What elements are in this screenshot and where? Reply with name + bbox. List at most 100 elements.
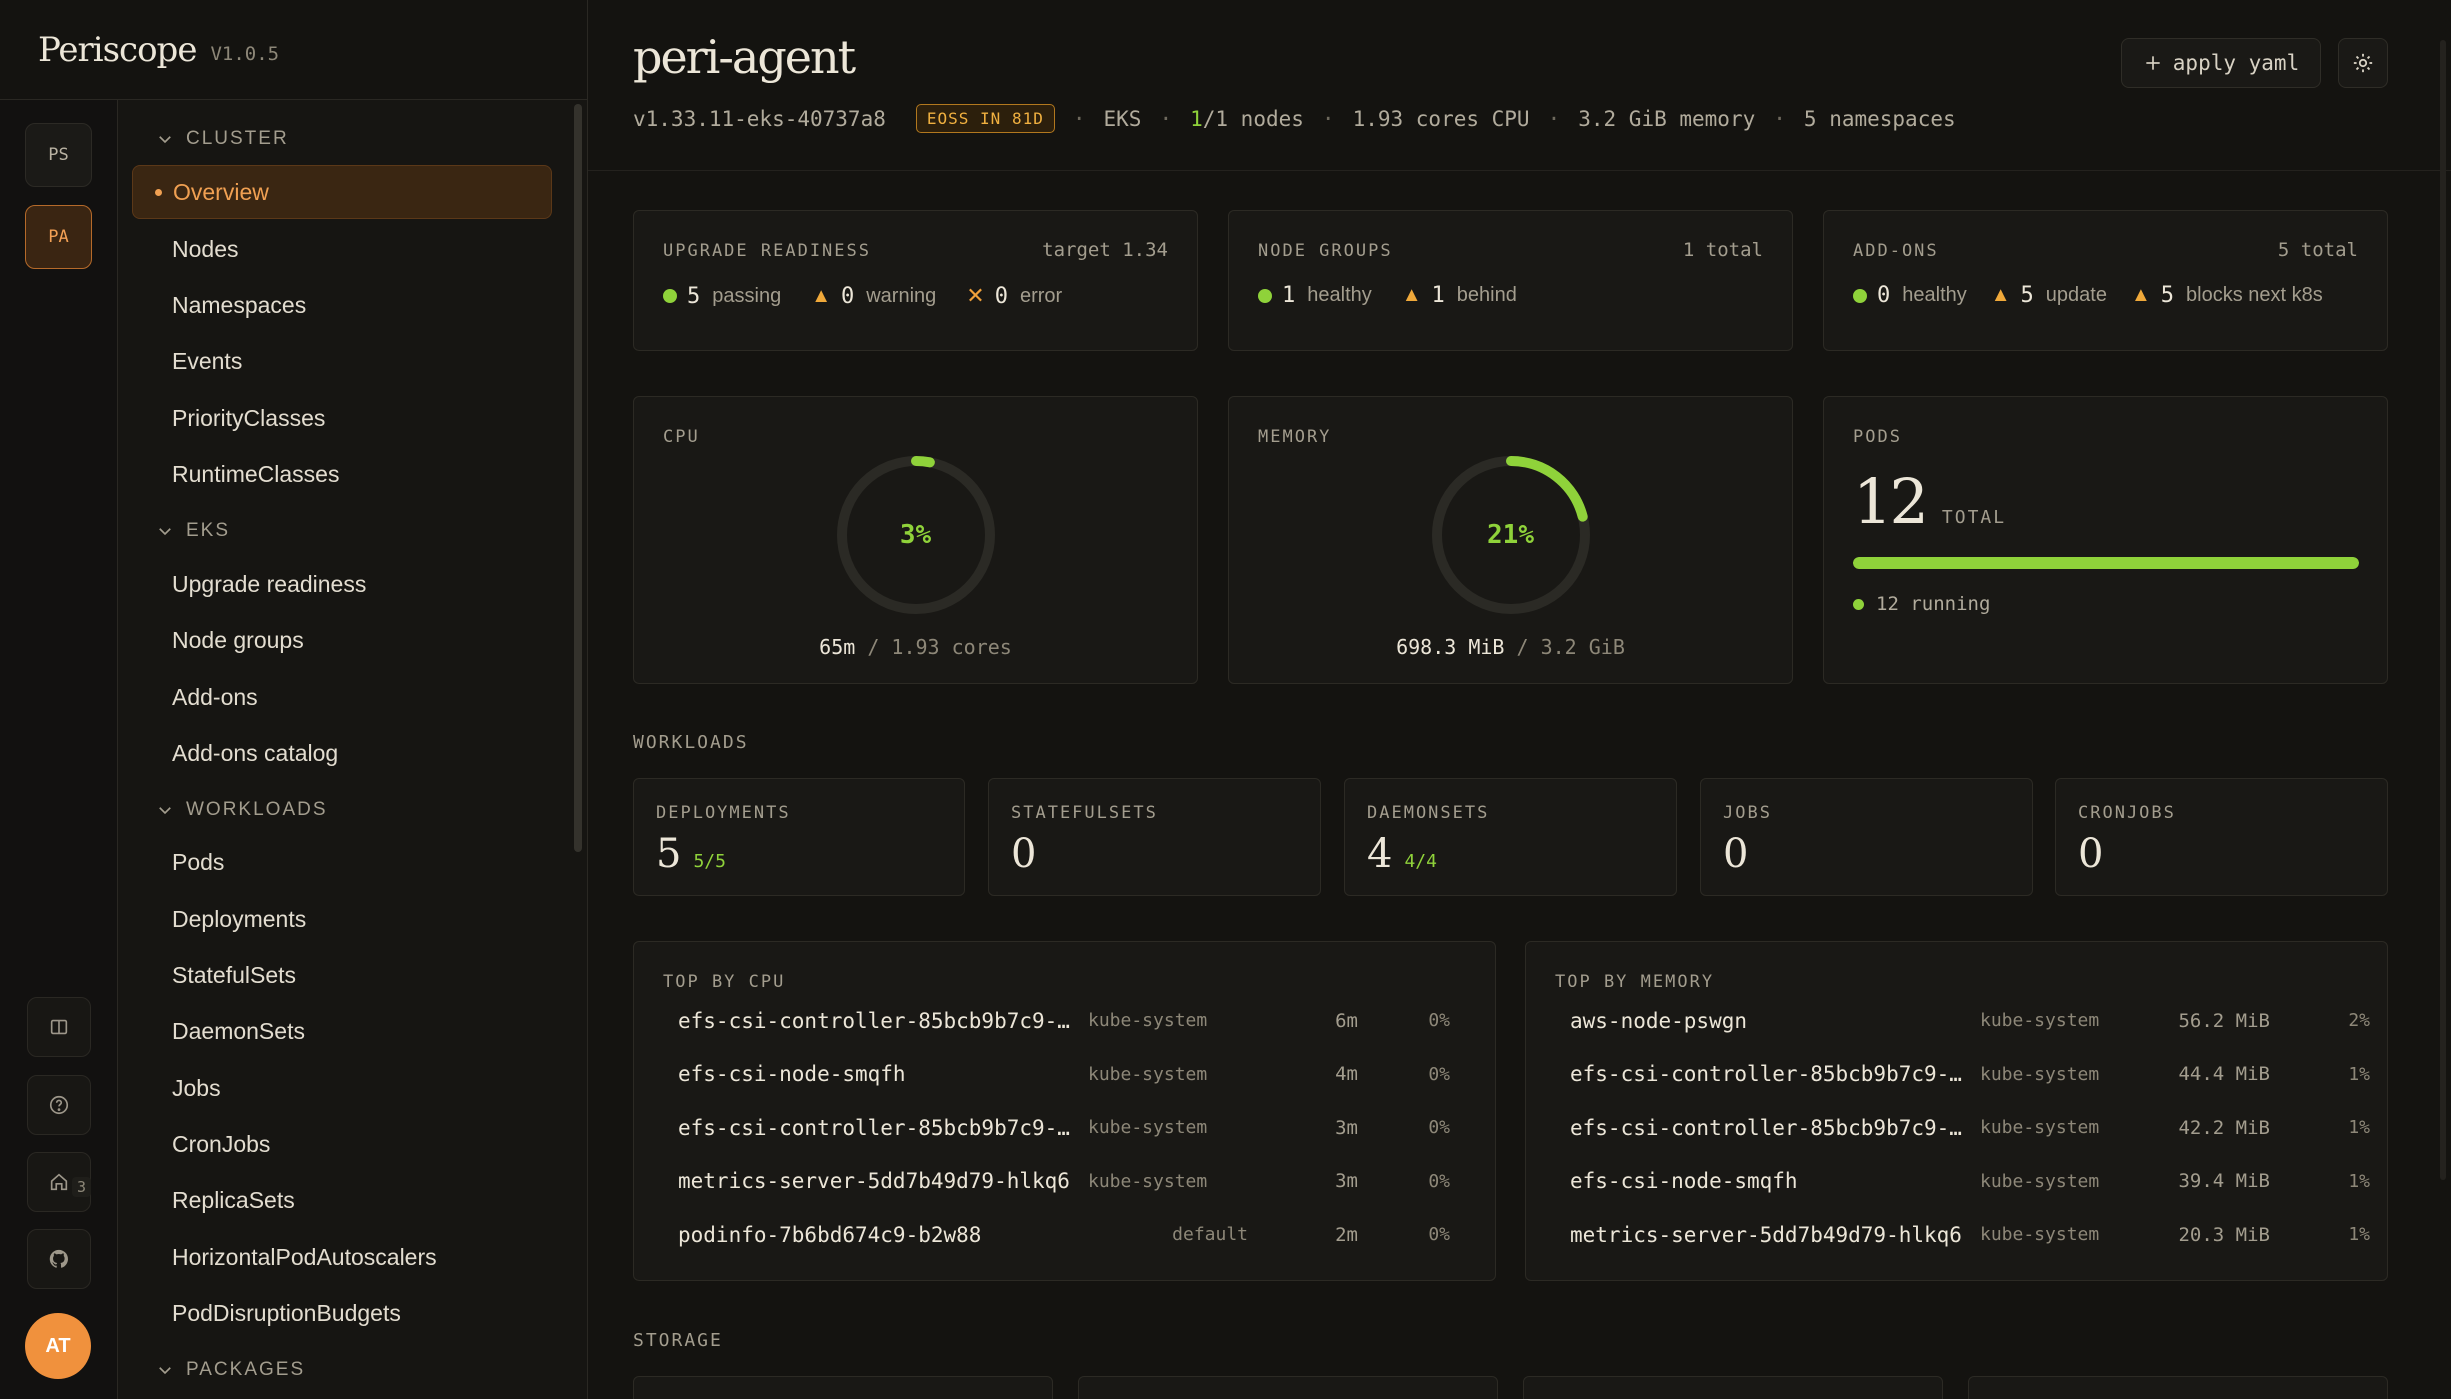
sidebar-item-nodes[interactable]: Nodes (132, 222, 552, 276)
sidebar-item-label: Pods (172, 848, 225, 875)
namespace-count: 5 namespaces (1803, 106, 1956, 131)
storage-card[interactable] (633, 1376, 1053, 1399)
section-workloads[interactable]: WORKLOADS (156, 799, 328, 821)
apply-yaml-button[interactable]: apply yaml (2121, 38, 2321, 88)
pod-usage: 6m (1335, 1009, 1358, 1032)
pod-usage: 44.4 MiB (2178, 1063, 2270, 1085)
pod-name: efs-csi-controller-85bcb9b7c9-… (678, 1115, 1070, 1140)
sidebar-item-jobs[interactable]: Jobs (132, 1061, 552, 1115)
table-row[interactable]: efs-csi-controller-85bcb9b7c9-… kube-syst… (678, 994, 1450, 1047)
pod-namespace: kube-system (1088, 1170, 1208, 1192)
github-icon[interactable] (27, 1229, 91, 1289)
pod-usage: 20.3 MiB (2178, 1223, 2270, 1246)
table-row[interactable]: metrics-server-5dd7b49d79-hlkq6 kube-syst… (1570, 1208, 2370, 1261)
warning-icon: ▲ (811, 284, 831, 307)
pods-progress-fill (1853, 557, 2359, 569)
user-avatar[interactable]: AT (25, 1313, 91, 1379)
brand-header: Periscope V1.0.5 (0, 0, 588, 100)
sidebar-item-pdb[interactable]: PodDisruptionBudgets (132, 1286, 552, 1340)
sidebar-item-replicasets[interactable]: ReplicaSets (132, 1173, 552, 1227)
storage-card[interactable] (1078, 1376, 1498, 1399)
sidebar-item-runtimeclasses[interactable]: RuntimeClasses (132, 447, 552, 501)
chevron-down-icon (159, 1367, 171, 1375)
pod-name: efs-csi-controller-85bcb9b7c9-… (1570, 1062, 1962, 1086)
add-ons-card[interactable]: ADD-ONS 5 total 0 healthy ▲ 5 update ▲ 5 bloc… (1823, 210, 2388, 351)
node-groups-total: 1 total (1682, 239, 1763, 261)
sidebar-item-node-groups[interactable]: Node groups (132, 613, 552, 667)
error-icon: ✕ (966, 283, 985, 308)
sidebar-item-statefulsets[interactable]: StatefulSets (132, 948, 552, 1002)
section-title: WORKLOADS (186, 799, 328, 820)
workload-card-jobs[interactable]: JOBS 0 (1700, 778, 2033, 896)
table-row[interactable]: efs-csi-node-smqfh kube-system 39.4 MiB 1% (1570, 1155, 2370, 1208)
nodes-total: /1 nodes (1202, 106, 1304, 131)
node-groups-card[interactable]: NODE GROUPS 1 total 1 healthy ▲ 1 behind (1228, 210, 1793, 351)
table-row[interactable]: efs-csi-controller-85bcb9b7c9-… kube-syst… (1570, 1101, 2370, 1154)
pods-count: 12 (1853, 465, 1929, 538)
healthy-count: 0 (1877, 283, 1891, 308)
storage-card[interactable] (1523, 1376, 1943, 1399)
pod-namespace: kube-system (1980, 1010, 2100, 1031)
sidebar-item-priorityclasses[interactable]: PriorityClasses (132, 391, 552, 445)
healthy-label: healthy (1307, 284, 1372, 306)
sidebar-item-label: Overview (173, 178, 269, 205)
card-label: PODS (1853, 427, 1902, 447)
workload-card-cronjobs[interactable]: CRONJOBS 0 (2055, 778, 2388, 896)
table-row[interactable]: efs-csi-controller-85bcb9b7c9-… kube-syst… (678, 1101, 1450, 1154)
sidebar-item-daemonsets[interactable]: DaemonSets (132, 1004, 552, 1058)
cluster-switch-ps[interactable]: PS (25, 123, 92, 187)
storage-card[interactable] (1968, 1376, 2388, 1399)
sidebar-item-namespaces[interactable]: Namespaces (132, 278, 552, 332)
pods-progress-bar (1853, 557, 2359, 569)
main-content: peri-agent v1.33.11-eks-40737a8 EOSS IN … (588, 0, 2451, 1399)
sidebar-item-hpa[interactable]: HorizontalPodAutoscalers (132, 1230, 552, 1284)
cpu-usage: 65m / 1.93 cores (634, 635, 1197, 659)
workload-count: 0 (1723, 831, 1760, 877)
section-eks[interactable]: EKS (156, 520, 230, 542)
section-cluster[interactable]: CLUSTER (156, 128, 289, 150)
memory-card[interactable]: MEMORY 21% 698.3 MiB / 3.2 GiB (1228, 396, 1793, 684)
pods-card[interactable]: PODS 12 TOTAL 12 running (1823, 396, 2388, 684)
table-row[interactable]: aws-node-pswgn kube-system 56.2 MiB 2% (1570, 994, 2370, 1047)
workload-card-daemonsets[interactable]: DAEMONSETS 4 4/4 (1344, 778, 1677, 896)
sidebar-item-add-ons[interactable]: Add-ons (132, 670, 552, 724)
upgrade-readiness-card[interactable]: UPGRADE READINESS target 1.34 5 passing ▲… (633, 210, 1198, 351)
update-label: update (2045, 284, 2107, 306)
workload-card-deployments[interactable]: DEPLOYMENTS 5 5/5 (633, 778, 965, 896)
eoss-badge: EOSS IN 81D (915, 104, 1055, 133)
sidebar-nav: CLUSTER Overview Nodes Namespaces Events… (118, 100, 588, 1399)
table-row[interactable]: metrics-server-5dd7b49d79-hlkq6 kube-syst… (678, 1155, 1450, 1208)
table-row[interactable]: podinfo-7b6bd674c9-b2w88 default 2m 0% (678, 1208, 1450, 1261)
pod-namespace: kube-system (1980, 1117, 2100, 1138)
sidebar-item-cronjobs[interactable]: CronJobs (132, 1117, 552, 1171)
main-scrollbar[interactable] (2440, 40, 2446, 1180)
sidebar-item-events[interactable]: Events (132, 334, 552, 388)
workload-card-statefulsets[interactable]: STATEFULSETS 0 (988, 778, 1321, 896)
docs-icon[interactable] (27, 997, 91, 1057)
provider: EKS (1103, 106, 1142, 131)
apply-yaml-label: apply yaml (2172, 51, 2300, 75)
chevron-down-icon (159, 807, 171, 815)
sidebar-item-pods[interactable]: Pods (132, 835, 552, 889)
section-packages[interactable]: PACKAGES (156, 1359, 305, 1381)
separator: · (1072, 106, 1086, 131)
storage-title: STORAGE (633, 1330, 723, 1351)
sidebar-item-label: DaemonSets (172, 1017, 305, 1044)
help-icon[interactable] (27, 1075, 91, 1135)
blocks-count: 5 (2160, 283, 2175, 308)
sidebar-item-overview[interactable]: Overview (132, 165, 552, 219)
sidebar-item-deployments[interactable]: Deployments (132, 892, 552, 946)
sidebar-item-label: Events (172, 347, 243, 374)
table-row[interactable]: efs-csi-controller-85bcb9b7c9-… kube-syst… (1570, 1048, 2370, 1101)
theme-toggle-button[interactable] (2338, 38, 2388, 88)
sidebar-item-add-ons-catalog[interactable]: Add-ons catalog (132, 726, 552, 780)
workload-count: 5 5/5 (656, 831, 726, 877)
sidebar-item-upgrade-readiness[interactable]: Upgrade readiness (132, 557, 552, 611)
sidebar-scrollbar[interactable] (574, 104, 582, 852)
pod-usage-percent: 0% (1428, 1170, 1450, 1192)
cluster-switch-pa[interactable]: PA (25, 205, 92, 269)
sidebar-item-label: PriorityClasses (172, 404, 326, 431)
table-row[interactable]: efs-csi-node-smqfh kube-system 4m 0% (678, 1048, 1450, 1101)
cpu-card[interactable]: CPU 3% 65m / 1.93 cores (633, 396, 1198, 684)
app-version: V1.0.5 (210, 42, 280, 65)
